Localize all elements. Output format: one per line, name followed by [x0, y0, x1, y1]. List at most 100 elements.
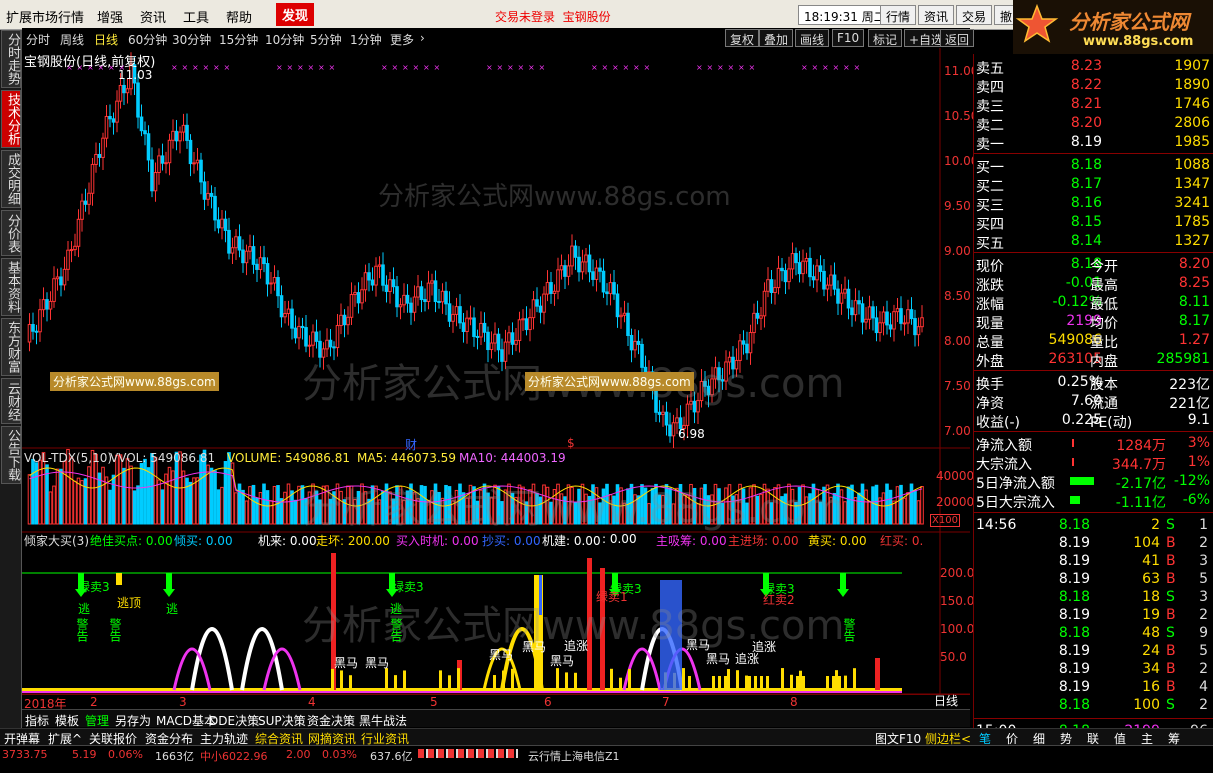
vtab-basic-info[interactable]: 基本资料 — [1, 258, 21, 316]
quote-cell: 8.23 — [1070, 58, 1102, 74]
tab-black-bull[interactable]: 黑牛战法 — [359, 712, 407, 729]
candle-body — [192, 162, 196, 165]
period-60m[interactable]: 60分钟 — [128, 31, 167, 48]
tab-fund[interactable]: 资金决策 — [307, 712, 355, 729]
candle-body — [398, 304, 403, 308]
quote-cell: 48 — [1142, 625, 1160, 641]
period-30m[interactable]: 30分钟 — [172, 31, 211, 48]
volume-bar — [885, 483, 889, 525]
quote-cell: 5日大宗流入 — [976, 495, 1055, 511]
btn-overlay[interactable]: 叠加 — [759, 29, 794, 47]
signal-label: 黑马 — [550, 654, 575, 668]
quote-row: 买二 8.17 1347 — [974, 175, 1213, 195]
period-week[interactable]: 周线 — [60, 31, 84, 48]
top-marker: × — [801, 63, 808, 72]
menu-enhance[interactable]: 增强 — [97, 7, 123, 26]
vtab-cloud-finance[interactable]: 云财经 — [1, 378, 21, 424]
tab-template[interactable]: 模板 — [55, 712, 79, 729]
candle-body — [311, 331, 315, 346]
menu-discover[interactable]: 发现 — [276, 3, 315, 26]
vtab-announcements[interactable]: 公告下载 — [1, 426, 21, 484]
quote-cell: 现价 — [976, 259, 1004, 275]
tab-sup[interactable]: SUP决策 — [258, 712, 306, 729]
candle-body — [111, 118, 116, 123]
candle-body — [909, 309, 914, 320]
cloud-server: 云行情上海电信Z1 — [528, 750, 620, 763]
ind-bar — [727, 669, 730, 690]
tab-manage[interactable]: 管理 — [85, 712, 109, 729]
quote-cell: 5 — [1199, 643, 1208, 659]
vtab-eastmoney[interactable]: 东方财富 — [1, 318, 21, 376]
top-marker: × — [423, 63, 430, 72]
quote-cell: 223亿 — [1169, 377, 1210, 393]
btn-draw[interactable]: 画线 — [795, 29, 830, 47]
tab-macd[interactable]: MACD基本 — [156, 712, 216, 729]
btn-trade[interactable]: 交易 — [956, 5, 993, 25]
menu-help[interactable]: 帮助 — [226, 7, 252, 26]
chart-area[interactable]: × × × × × × × × × × × × × × × × × × × × × × × × × × × × × × × × × × × × × × × ×… — [22, 48, 978, 724]
menu-info[interactable]: 资讯 — [140, 7, 166, 26]
vtab-technical[interactable]: 技术分析 — [1, 90, 21, 148]
period-day[interactable]: 日线 — [94, 31, 118, 48]
candle-body — [552, 290, 557, 294]
btn-f10[interactable]: F10 — [832, 29, 865, 47]
ind-bar — [556, 668, 559, 690]
volume-bar — [283, 491, 287, 525]
quote-cell: B — [1166, 571, 1176, 587]
ind-bar — [439, 670, 442, 690]
tab-dde[interactable]: DDE决策 — [209, 712, 259, 729]
candle-body — [416, 286, 420, 298]
quote-cell: B — [1166, 535, 1176, 551]
candle-body — [535, 299, 539, 307]
volume-bar — [902, 497, 907, 525]
marker-dollar[interactable]: $ — [567, 436, 575, 450]
quote-cell: -1.11亿 — [1115, 495, 1166, 511]
btn-info[interactable]: 资讯 — [918, 5, 955, 25]
btn-mark[interactable]: 标记 — [868, 29, 903, 47]
candle-body — [304, 327, 308, 347]
period-intraday[interactable]: 分时 — [26, 31, 50, 48]
quote-cell: 1985 — [1174, 134, 1210, 150]
btn-adjust[interactable]: 复权 — [725, 29, 760, 47]
candle-body — [822, 270, 826, 290]
quote-cell: 63 — [1142, 571, 1160, 587]
period-15m[interactable]: 15分钟 — [219, 31, 258, 48]
candle-body — [766, 279, 770, 292]
vtab-price-table[interactable]: 分价表 — [1, 210, 21, 256]
candle-body — [601, 270, 606, 293]
vtab-trades[interactable]: 成交明细 — [1, 150, 21, 208]
chevron-right-icon[interactable]: › — [420, 31, 425, 45]
candle-body — [776, 267, 781, 289]
volume-bar — [258, 492, 263, 525]
period-more[interactable]: 更多 — [390, 31, 414, 48]
candle-body — [489, 342, 494, 351]
quote-cell: 涨跌 — [976, 278, 1004, 294]
vtab-intraday[interactable]: 分时走势 — [1, 30, 21, 88]
volume-bar — [888, 489, 893, 525]
candle-body — [517, 319, 522, 341]
tab-indicator[interactable]: 指标 — [25, 712, 49, 729]
candle-body — [265, 263, 270, 285]
candle-body — [752, 312, 756, 334]
candle-body — [108, 115, 112, 120]
candle-body — [83, 200, 88, 205]
price-tick: 9.00 — [944, 244, 971, 258]
price-tick: 7.00 — [944, 424, 971, 438]
candle-body — [815, 265, 819, 281]
signal-label: 警告 — [108, 618, 122, 642]
candle-body — [220, 218, 224, 229]
period-5m[interactable]: 5分钟 — [310, 31, 342, 48]
candle-body — [829, 274, 833, 286]
top-marker: × — [644, 63, 651, 72]
menu-tools[interactable]: 工具 — [183, 7, 209, 26]
candle-body — [797, 262, 802, 275]
menu-extended-market[interactable]: 扩展市场行情 — [6, 7, 84, 26]
period-10m[interactable]: 10分钟 — [265, 31, 304, 48]
btn-quotes[interactable]: 行情 — [880, 5, 917, 25]
tab-save-as[interactable]: 另存为 — [115, 712, 151, 729]
period-1m[interactable]: 1分钟 — [350, 31, 382, 48]
btn-back[interactable]: 返回 — [940, 29, 975, 47]
candle-body — [300, 325, 305, 329]
signal-label: 黑马 — [334, 656, 359, 670]
top-marker: × — [612, 63, 619, 72]
